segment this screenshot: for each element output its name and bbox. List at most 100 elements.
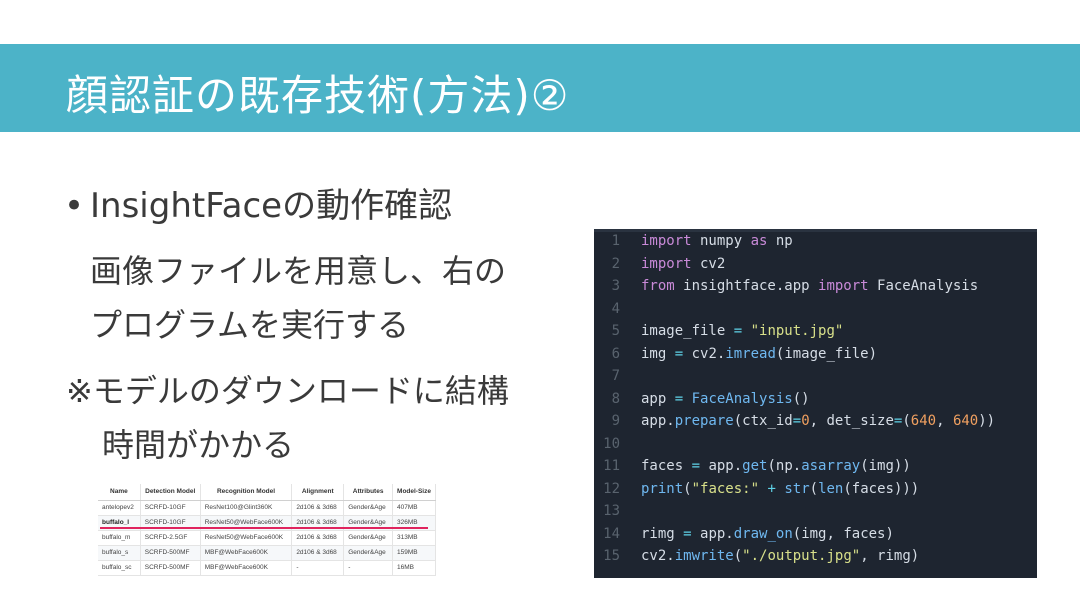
- code-line: 2 import cv2: [594, 253, 1037, 276]
- table-cell: -: [291, 560, 345, 576]
- model-table-header: Name Detection Model Recognition Model A…: [98, 484, 436, 501]
- bullet-marker: •: [64, 186, 85, 226]
- table-cell: 16MB: [392, 560, 436, 576]
- code-line: 3 from insightface.app import FaceAnalysi…: [594, 275, 1037, 298]
- code-line: 9 app.prepare(ctx_id=0, det_size=(640, 64…: [594, 410, 1037, 433]
- code-token: =: [674, 345, 684, 362]
- code-token: (faces))): [843, 480, 920, 497]
- code-token: (img)): [860, 458, 911, 474]
- code-token: insightface.app: [674, 278, 819, 294]
- code-token: get: [742, 458, 768, 474]
- code-line: 7: [594, 365, 1037, 388]
- code-token: print: [641, 480, 684, 497]
- table-cell: buffalo_sc: [98, 560, 141, 576]
- line-number: 2: [611, 255, 620, 272]
- code-line: 11 faces = app.get(np.asarray(img)): [594, 455, 1037, 478]
- table-cell: 159MB: [392, 545, 436, 561]
- table-cell: buffalo_s: [98, 545, 141, 561]
- code-token: (: [809, 480, 819, 497]
- code-token: , det_size: [809, 413, 894, 429]
- table-cell: -: [343, 560, 394, 576]
- table-cell: antelopev2: [98, 500, 141, 516]
- table-cell: SCRFD-10GF: [140, 500, 201, 516]
- code-token: imread: [725, 345, 776, 362]
- line-number: 8: [611, 390, 620, 407]
- code-token: img: [641, 345, 675, 362]
- line-number: 5: [611, 323, 620, 339]
- note-line-2: 時間がかかる: [102, 426, 295, 464]
- table-cell: ResNet100@Glint360K: [200, 500, 293, 516]
- line-number: 4: [611, 300, 620, 317]
- code-token: (image_file): [775, 345, 878, 362]
- code-token: 0: [801, 413, 810, 429]
- code-token: app: [641, 390, 675, 407]
- bullet-text: InsightFaceの動作確認: [90, 186, 453, 226]
- column-header: Recognition Model: [200, 484, 293, 501]
- column-header: Attributes: [343, 484, 394, 501]
- line-number: 14: [603, 525, 620, 542]
- code-token: asarray: [801, 458, 861, 474]
- code-token: as: [750, 233, 768, 249]
- code-line: 6 img = cv2.imread(image_file): [594, 343, 1037, 366]
- table-cell: Gender&Age: [343, 530, 394, 546]
- code-token: import: [641, 233, 692, 249]
- line-number: 13: [603, 503, 620, 519]
- line-number: 9: [611, 413, 620, 429]
- line-number: 1: [611, 233, 620, 249]
- code-token: app.: [700, 458, 743, 474]
- code-line: 10: [594, 433, 1037, 456]
- code-token: rimg: [641, 525, 684, 542]
- column-header: Name: [98, 484, 141, 501]
- code-token: image_file: [641, 323, 734, 339]
- code-token: , rimg): [860, 548, 920, 564]
- table-cell: ResNet50@WebFace600K: [200, 530, 293, 546]
- code-token: str: [784, 480, 810, 497]
- code-token: numpy: [691, 233, 751, 249]
- highlight-underline: [100, 527, 428, 529]
- table-cell: SCRFD-2.5GF: [140, 530, 201, 546]
- table-cell: Gender&Age: [343, 545, 394, 561]
- code-token: (: [733, 548, 743, 564]
- bullet-heading: • InsightFaceの動作確認: [64, 178, 452, 227]
- code-token: "faces:": [691, 480, 760, 497]
- code-token: =: [683, 525, 692, 542]
- code-token: (ctx_id: [733, 413, 793, 429]
- line-number: 10: [603, 435, 620, 452]
- column-header: Detection Model: [140, 484, 201, 501]
- line-number: 12: [603, 480, 620, 497]
- line-number: 7: [611, 368, 620, 384]
- table-cell: buffalo_m: [98, 530, 141, 546]
- code-token: )): [978, 413, 996, 429]
- slide-title-bar: 顔認証の既存技術(方法)②: [0, 44, 1080, 132]
- line-number: 6: [611, 345, 620, 362]
- code-token: import: [818, 278, 869, 294]
- code-token: app.: [691, 525, 734, 542]
- code-token: (np.: [767, 458, 802, 474]
- code-panel: 1 import numpy as np 2 import cv2 3 from insi…: [594, 229, 1037, 578]
- code-token: (img, faces): [792, 525, 894, 542]
- code-token: import: [641, 255, 692, 272]
- table-cell: SCRFD-500MF: [140, 545, 201, 561]
- code-token: (: [902, 413, 911, 429]
- slide-title: 顔認証の既存技術(方法)②: [66, 71, 570, 120]
- line-number: 11: [603, 458, 620, 474]
- code-line: 8 app = FaceAnalysis(): [594, 388, 1037, 411]
- table-row: antelopev2 SCRFD-10GF ResNet100@Glint360…: [98, 500, 436, 516]
- code-token: draw_on: [733, 525, 793, 542]
- description: 画像ファイルを用意し、右の プログラムを実行する: [90, 244, 506, 352]
- line-number: 15: [603, 548, 620, 564]
- code-token: "./output.jpg": [742, 548, 861, 564]
- note-line-1: ※モデルのダウンロードに結構: [66, 372, 509, 410]
- code-token: prepare: [674, 413, 734, 429]
- code-line: 12 print("faces:" + str(len(faces))): [594, 478, 1037, 501]
- code-token: =: [792, 413, 802, 429]
- code-token: np: [767, 233, 793, 249]
- code-line: 15 cv2.imwrite("./output.jpg", rimg): [594, 545, 1037, 568]
- model-table: Name Detection Model Recognition Model A…: [98, 484, 436, 576]
- table-cell: 407MB: [392, 500, 436, 516]
- code-token: ,: [936, 413, 953, 429]
- table-cell: 2d106 & 3d68: [291, 530, 345, 546]
- table-cell: MBF@WebFace600K: [200, 560, 293, 576]
- table-cell: 313MB: [392, 530, 436, 546]
- table-cell: 2d106 & 3d68: [291, 500, 345, 516]
